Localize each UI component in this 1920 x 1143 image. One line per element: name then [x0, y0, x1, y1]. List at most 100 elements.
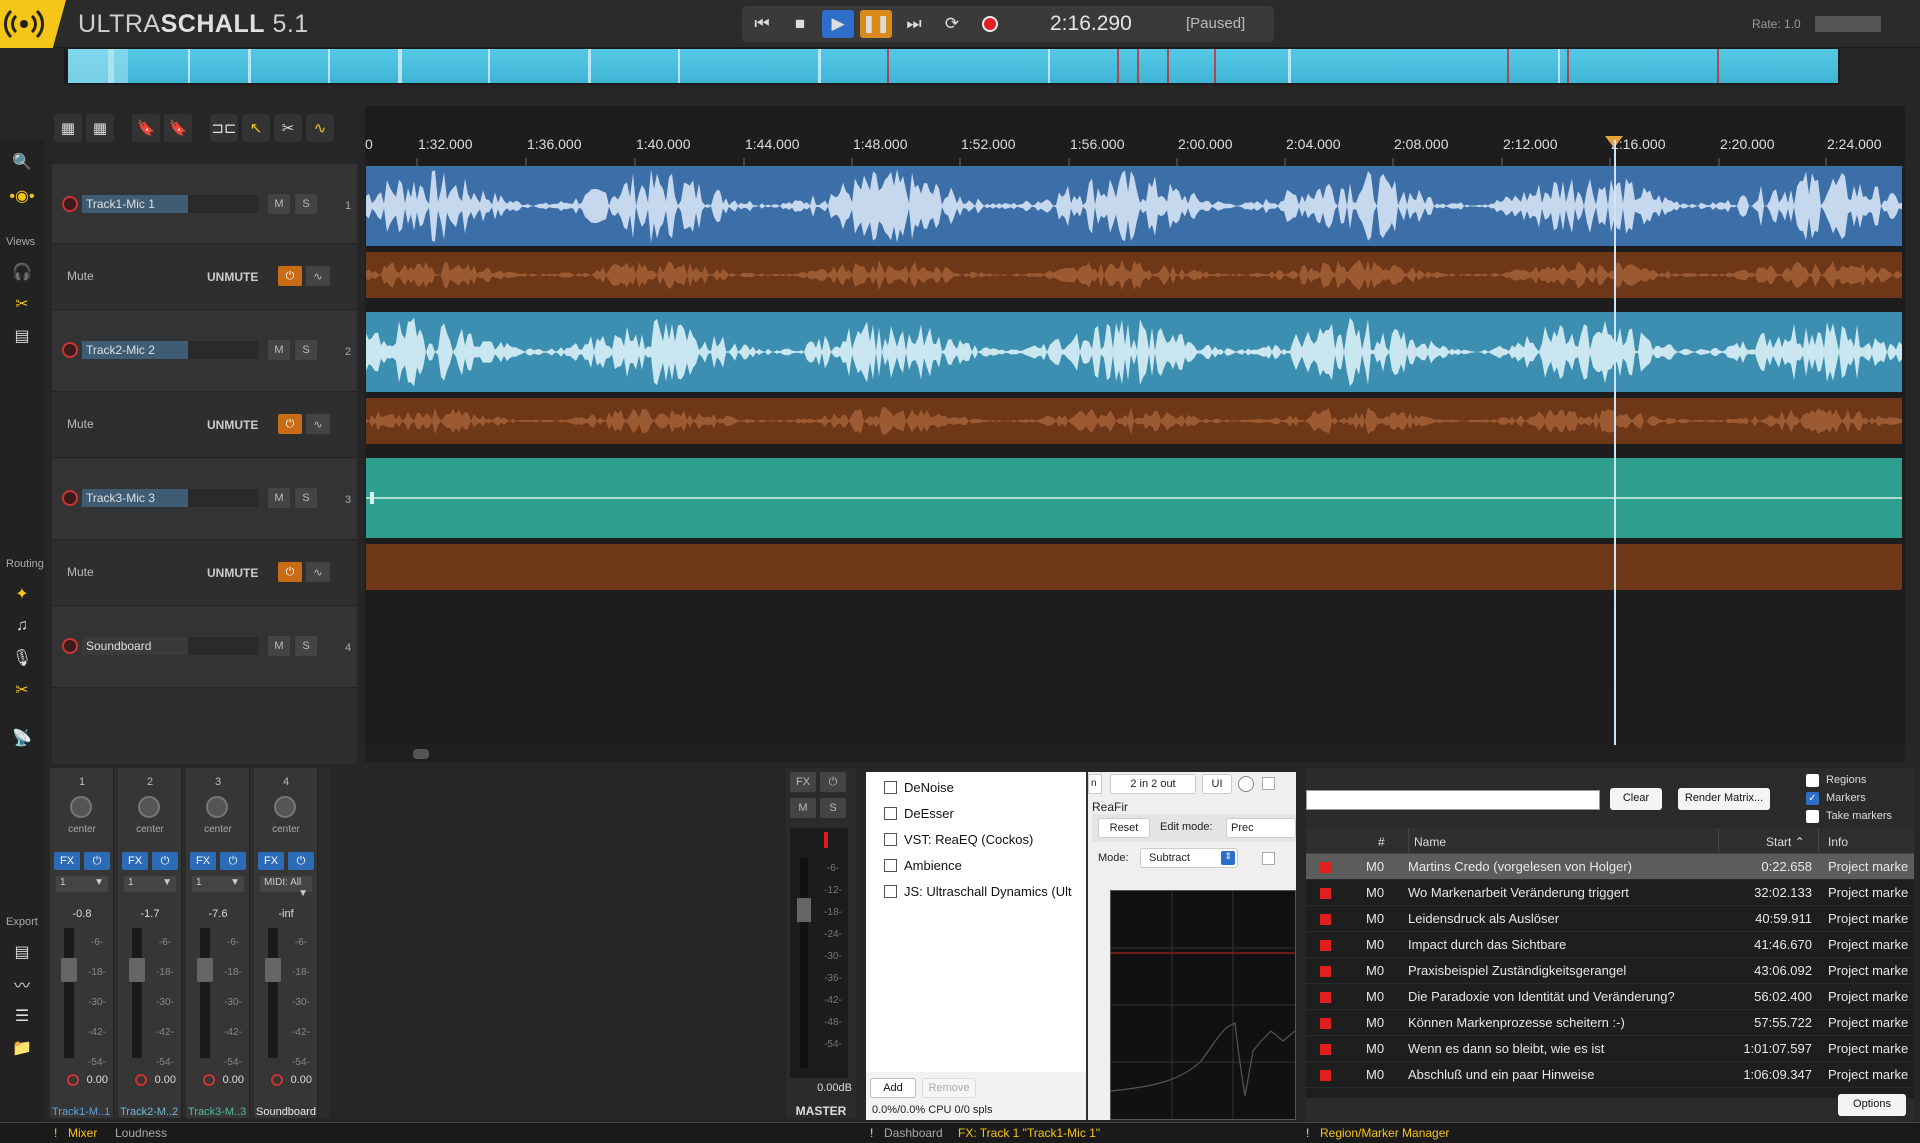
pan-knob[interactable]: [70, 796, 92, 818]
regions-checkbox[interactable]: [1806, 774, 1819, 787]
col-number[interactable]: #: [1378, 835, 1385, 849]
input-select[interactable]: 1 ▼: [124, 876, 176, 892]
record-arm-button[interactable]: [62, 342, 78, 358]
go-to-start-button[interactable]: ⏮: [746, 10, 778, 38]
list-icon[interactable]: ☰: [8, 1002, 36, 1030]
select-tool-icon[interactable]: ↖: [242, 114, 270, 142]
pause-button[interactable]: ❚❚: [860, 10, 892, 38]
track4-lane[interactable]: [366, 604, 1902, 684]
ui-button[interactable]: UI: [1202, 774, 1232, 794]
master-mute-button[interactable]: M: [790, 798, 816, 818]
track-header[interactable]: Soundboard M S 4: [52, 606, 357, 688]
mute-button[interactable]: M: [268, 340, 290, 360]
fx-enable-checkbox[interactable]: [884, 859, 897, 872]
fx-power-icon[interactable]: ⏻: [84, 852, 110, 870]
render-matrix-button[interactable]: Render Matrix...: [1678, 788, 1770, 810]
track-name[interactable]: Soundboard: [82, 637, 188, 655]
play-button[interactable]: ▶: [822, 10, 854, 38]
track-header[interactable]: Track1-Mic 1 M S 1: [52, 164, 357, 244]
envelope-power-icon[interactable]: ⏻: [278, 414, 302, 434]
option-checkbox[interactable]: [1262, 852, 1275, 865]
fx-item[interactable]: JS: Ultraschall Dynamics (Ult: [884, 882, 1084, 902]
timeline-ruler[interactable]: 0 1:32.000 1:36.000 1:40.000 1:44.000 1:…: [365, 126, 1905, 168]
solo-button[interactable]: S: [295, 340, 317, 360]
fx-item[interactable]: Ambience: [884, 856, 1084, 876]
microphone-icon[interactable]: 🎙: [8, 644, 36, 672]
storyboard-icon[interactable]: ▤: [8, 322, 36, 350]
loop-button[interactable]: ⟳: [936, 10, 968, 38]
clear-button[interactable]: Clear: [1610, 788, 1662, 810]
cut-tool-icon[interactable]: ✂: [274, 114, 302, 142]
track1-mute-envelope[interactable]: [366, 252, 1902, 298]
envelope-lane-header[interactable]: Mute UNMUTE ⏻ ∿: [52, 244, 357, 310]
markers-checkbox[interactable]: ✓: [1806, 792, 1819, 805]
rate-slider[interactable]: [1815, 16, 1881, 32]
pan-knob[interactable]: [274, 796, 296, 818]
zoom-icon[interactable]: 🔍: [8, 148, 36, 176]
table-row[interactable]: M0 Abschluß und ein paar Hinweise 1:06:09.…: [1306, 1062, 1914, 1088]
track-header[interactable]: Track2-Mic 2 M S 2: [52, 310, 357, 392]
table-row[interactable]: M0 Wo Markenarbeit Veränderung triggert 32…: [1306, 880, 1914, 906]
mute-button[interactable]: M: [268, 636, 290, 656]
table-row[interactable]: M0 Martins Credo (vorgelesen von Holger) 0…: [1306, 854, 1914, 880]
tab-mixer[interactable]: Mixer: [68, 1126, 97, 1140]
io-button[interactable]: 2 in 2 out: [1110, 774, 1196, 794]
magic-wand-icon[interactable]: ✦: [8, 580, 36, 608]
tab-loudness[interactable]: Loudness: [115, 1126, 167, 1140]
track1-audio-item[interactable]: [366, 166, 1902, 246]
solo-button[interactable]: S: [295, 636, 317, 656]
track-name[interactable]: Track3-Mic 3: [82, 489, 188, 507]
track2-audio-item[interactable]: [366, 312, 1902, 392]
mode-select[interactable]: Subtract ⇕: [1140, 848, 1238, 868]
fader-knob[interactable]: [61, 958, 77, 982]
frequency-graph[interactable]: [1110, 890, 1296, 1120]
fx-power-icon[interactable]: ⏻: [220, 852, 246, 870]
music-note-icon[interactable]: ♫: [8, 612, 36, 640]
grid-small-icon[interactable]: ▦: [54, 114, 82, 142]
project-overview[interactable]: [64, 47, 1840, 85]
track-name[interactable]: Track2-Mic 2: [82, 341, 188, 359]
fx-item[interactable]: DeNoise: [884, 778, 1084, 798]
volume-fader[interactable]: [197, 928, 213, 1058]
add-fx-button[interactable]: Add: [870, 1078, 916, 1098]
input-select[interactable]: 1 ▼: [192, 876, 244, 892]
waveform-icon[interactable]: 〰: [8, 970, 36, 998]
fx-power-icon[interactable]: ⏻: [288, 852, 314, 870]
fx-enable-checkbox[interactable]: [884, 807, 897, 820]
envelope-lane-header[interactable]: Mute UNMUTE ⏻ ∿: [52, 540, 357, 606]
pan-knob[interactable]: [206, 796, 228, 818]
fx-enable-checkbox[interactable]: [884, 781, 897, 794]
broadcast-icon[interactable]: 📡: [8, 724, 36, 752]
col-info[interactable]: Info: [1828, 835, 1848, 849]
track-header[interactable]: Track3-Mic 3 M S 3: [52, 458, 357, 540]
table-row[interactable]: M0 Können Markenprozesse scheitern :-) 57:…: [1306, 1010, 1914, 1036]
track-name-field[interactable]: [188, 341, 258, 359]
table-row[interactable]: M0 Impact durch das Sichtbare 41:46.670 Pro…: [1306, 932, 1914, 958]
fx-button[interactable]: FX: [258, 852, 284, 870]
master-fader[interactable]: [797, 858, 811, 1068]
scrollbar-thumb[interactable]: [413, 749, 429, 759]
envelope-tool-icon[interactable]: ∿: [306, 114, 334, 142]
mute-button[interactable]: M: [268, 194, 290, 214]
dock-menu-icon[interactable]: !: [54, 1126, 57, 1140]
master-solo-button[interactable]: S: [820, 798, 846, 818]
playhead[interactable]: [1614, 140, 1616, 745]
headphones-icon[interactable]: 🎧: [8, 258, 36, 286]
plugin-tab[interactable]: n: [1088, 774, 1102, 794]
take-markers-checkbox[interactable]: [1806, 810, 1819, 823]
col-name[interactable]: Name: [1408, 835, 1446, 849]
fader-knob[interactable]: [265, 958, 281, 982]
envelope-mode-icon[interactable]: ∿: [306, 562, 330, 582]
reset-button[interactable]: Reset: [1098, 818, 1150, 838]
envelope-power-icon[interactable]: ⏻: [278, 562, 302, 582]
wet-knob-icon[interactable]: [1238, 776, 1254, 792]
track3-audio-item[interactable]: [366, 458, 1902, 538]
export-chapters-icon[interactable]: ▤: [8, 938, 36, 966]
mute-button[interactable]: M: [268, 488, 290, 508]
folder-icon[interactable]: 📁: [8, 1034, 36, 1062]
master-fader-knob[interactable]: [797, 898, 811, 922]
table-row[interactable]: M0 Praxisbeispiel Zuständigkeitsgerangel 4…: [1306, 958, 1914, 984]
bypass-checkbox[interactable]: [1262, 777, 1275, 790]
solo-button[interactable]: S: [295, 488, 317, 508]
volume-fader[interactable]: [265, 928, 281, 1058]
